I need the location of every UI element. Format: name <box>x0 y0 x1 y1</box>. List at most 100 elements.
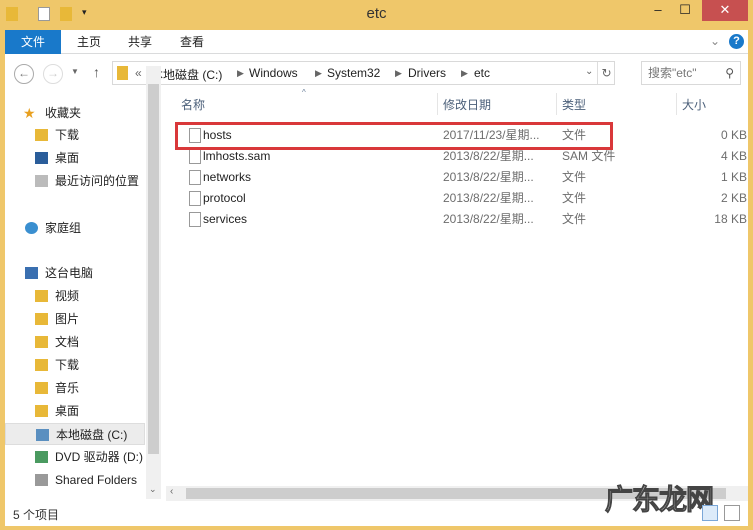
dvd-drive-icon <box>35 451 48 463</box>
file-size: 1 KB <box>720 170 747 184</box>
network-folder-icon <box>35 474 48 486</box>
column-header-name[interactable]: 名称 <box>181 93 205 117</box>
file-name: networks <box>203 170 252 184</box>
scrollbar-thumb[interactable] <box>148 84 159 454</box>
file-icon <box>189 149 201 164</box>
file-size: 2 KB <box>720 191 747 205</box>
sidebar-item-downloads-pc[interactable]: 下载 <box>5 354 145 376</box>
file-date: 2013/8/22/星期... <box>443 191 534 205</box>
breadcrumb-system32[interactable]: System32 <box>327 66 380 80</box>
sidebar-favorites[interactable]: ★ 收藏夹 <box>5 102 145 124</box>
star-icon: ★ <box>23 105 36 121</box>
explorer-body: ← → ▼ ↑ « 本地磁盘 (C:) ▶ Windows ▶ System32… <box>5 54 748 526</box>
navigation-pane: ★ 收藏夹 下载 桌面 最近访问的位置 家庭组 这台电脑 视频 图片 文档 下载 … <box>5 92 160 504</box>
file-icon <box>189 170 201 185</box>
breadcrumb-overflow[interactable]: « <box>135 66 142 80</box>
breadcrumb-drivers[interactable]: Drivers <box>408 66 446 80</box>
breadcrumb-etc[interactable]: etc <box>474 66 490 80</box>
file-name: services <box>203 212 248 226</box>
file-row[interactable]: services 2013/8/22/星期... 文件 18 KB <box>175 209 747 230</box>
tab-home[interactable]: 主页 <box>63 30 115 54</box>
download-folder-icon <box>35 359 48 371</box>
sidebar-item-desktop[interactable]: 桌面 <box>5 147 145 169</box>
column-header-size[interactable]: 大小 <box>682 93 706 117</box>
file-icon <box>189 212 201 227</box>
recent-locations-icon[interactable]: ▼ <box>71 67 79 76</box>
title-bar: ▾ etc ‒ ☐ ✕ <box>0 0 753 29</box>
column-header-type[interactable]: 类型 <box>562 93 586 117</box>
sidebar-item-recent[interactable]: 最近访问的位置 <box>5 170 145 192</box>
sidebar-scrollbar[interactable]: ⌄ <box>146 66 161 499</box>
sidebar-item-pictures[interactable]: 图片 <box>5 308 145 330</box>
chevron-right-icon[interactable]: ▶ <box>395 68 402 79</box>
minimize-button[interactable]: ‒ <box>645 0 671 21</box>
file-size: 18 KB <box>714 212 747 226</box>
folder-icon <box>117 66 128 80</box>
file-date: 2013/8/22/星期... <box>443 170 534 184</box>
file-icon <box>189 191 201 206</box>
computer-icon <box>25 267 38 279</box>
tab-file[interactable]: 文件 <box>5 30 61 54</box>
column-divider <box>556 93 557 115</box>
file-row[interactable]: networks 2013/8/22/星期... 文件 1 KB <box>175 167 747 188</box>
file-name: protocol <box>203 191 246 205</box>
drive-icon <box>36 429 49 441</box>
recent-places-icon <box>35 175 48 187</box>
details-view-icon[interactable] <box>702 505 718 521</box>
documents-folder-icon <box>35 336 48 348</box>
highlight-box <box>175 122 613 150</box>
sidebar-this-pc[interactable]: 这台电脑 <box>5 262 145 284</box>
sidebar-homegroup[interactable]: 家庭组 <box>5 217 145 239</box>
sidebar-item-dvd[interactable]: DVD 驱动器 (D:) <box>5 446 151 468</box>
status-item-count: 5 个项目 <box>13 508 60 522</box>
breadcrumb-c-drive[interactable]: 本地磁盘 (C:) <box>151 66 222 83</box>
column-header-date[interactable]: 修改日期 <box>443 93 491 117</box>
sidebar-item-downloads[interactable]: 下载 <box>5 124 145 146</box>
expand-ribbon-icon[interactable]: ⌄ <box>710 34 720 48</box>
refresh-icon[interactable]: ↻ <box>597 62 615 84</box>
file-date: 2013/8/22/星期... <box>443 212 534 226</box>
tab-share[interactable]: 共享 <box>114 30 166 54</box>
pictures-folder-icon <box>35 313 48 325</box>
sidebar-item-music[interactable]: 音乐 <box>5 377 145 399</box>
sidebar-item-desktop-pc[interactable]: 桌面 <box>5 400 145 422</box>
help-icon[interactable]: ? <box>729 34 744 49</box>
scroll-left-icon[interactable]: ‹ <box>170 486 173 497</box>
file-type: 文件 <box>562 191 587 205</box>
search-placeholder: 搜索"etc" <box>648 66 697 80</box>
forward-button[interactable]: → <box>43 64 63 84</box>
chevron-right-icon[interactable]: ▶ <box>461 68 468 79</box>
tab-view[interactable]: 查看 <box>166 30 218 54</box>
file-type: 文件 <box>562 170 587 184</box>
file-type: 文件 <box>562 212 587 226</box>
sidebar-item-c-drive[interactable]: 本地磁盘 (C:) <box>5 423 145 445</box>
sidebar-item-videos[interactable]: 视频 <box>5 285 145 307</box>
music-folder-icon <box>35 382 48 394</box>
address-bar[interactable]: « 本地磁盘 (C:) ▶ Windows ▶ System32 ▶ Drive… <box>112 61 615 85</box>
videos-folder-icon <box>35 290 48 302</box>
chevron-right-icon[interactable]: ▶ <box>237 68 244 79</box>
desktop-folder-icon <box>35 405 48 417</box>
sort-ascending-icon: ^ <box>302 88 306 97</box>
address-dropdown-icon[interactable]: ⌄ <box>585 66 593 77</box>
large-icons-view-icon[interactable] <box>724 505 740 521</box>
watermark-logo: 广东龙网 <box>604 484 714 516</box>
back-button[interactable]: ← <box>14 64 34 84</box>
search-icon[interactable]: ⚲ <box>725 62 734 84</box>
file-size: 4 KB <box>720 149 747 163</box>
close-button[interactable]: ✕ <box>702 0 748 21</box>
chevron-right-icon[interactable]: ▶ <box>315 68 322 79</box>
file-row[interactable]: protocol 2013/8/22/星期... 文件 2 KB <box>175 188 747 209</box>
search-input[interactable]: 搜索"etc" ⚲ <box>641 61 741 85</box>
sidebar-item-shared-folders[interactable]: Shared Folders <box>5 469 151 491</box>
file-size: 0 KB <box>720 128 747 142</box>
desktop-icon <box>35 152 48 164</box>
breadcrumb-windows[interactable]: Windows <box>249 66 298 80</box>
scroll-down-icon[interactable]: ⌄ <box>149 484 157 495</box>
up-button[interactable]: ↑ <box>93 64 100 80</box>
window-title: etc <box>366 5 387 22</box>
column-divider <box>437 93 438 115</box>
homegroup-icon <box>25 222 38 234</box>
sidebar-item-documents[interactable]: 文档 <box>5 331 145 353</box>
maximize-button[interactable]: ☐ <box>672 0 698 21</box>
